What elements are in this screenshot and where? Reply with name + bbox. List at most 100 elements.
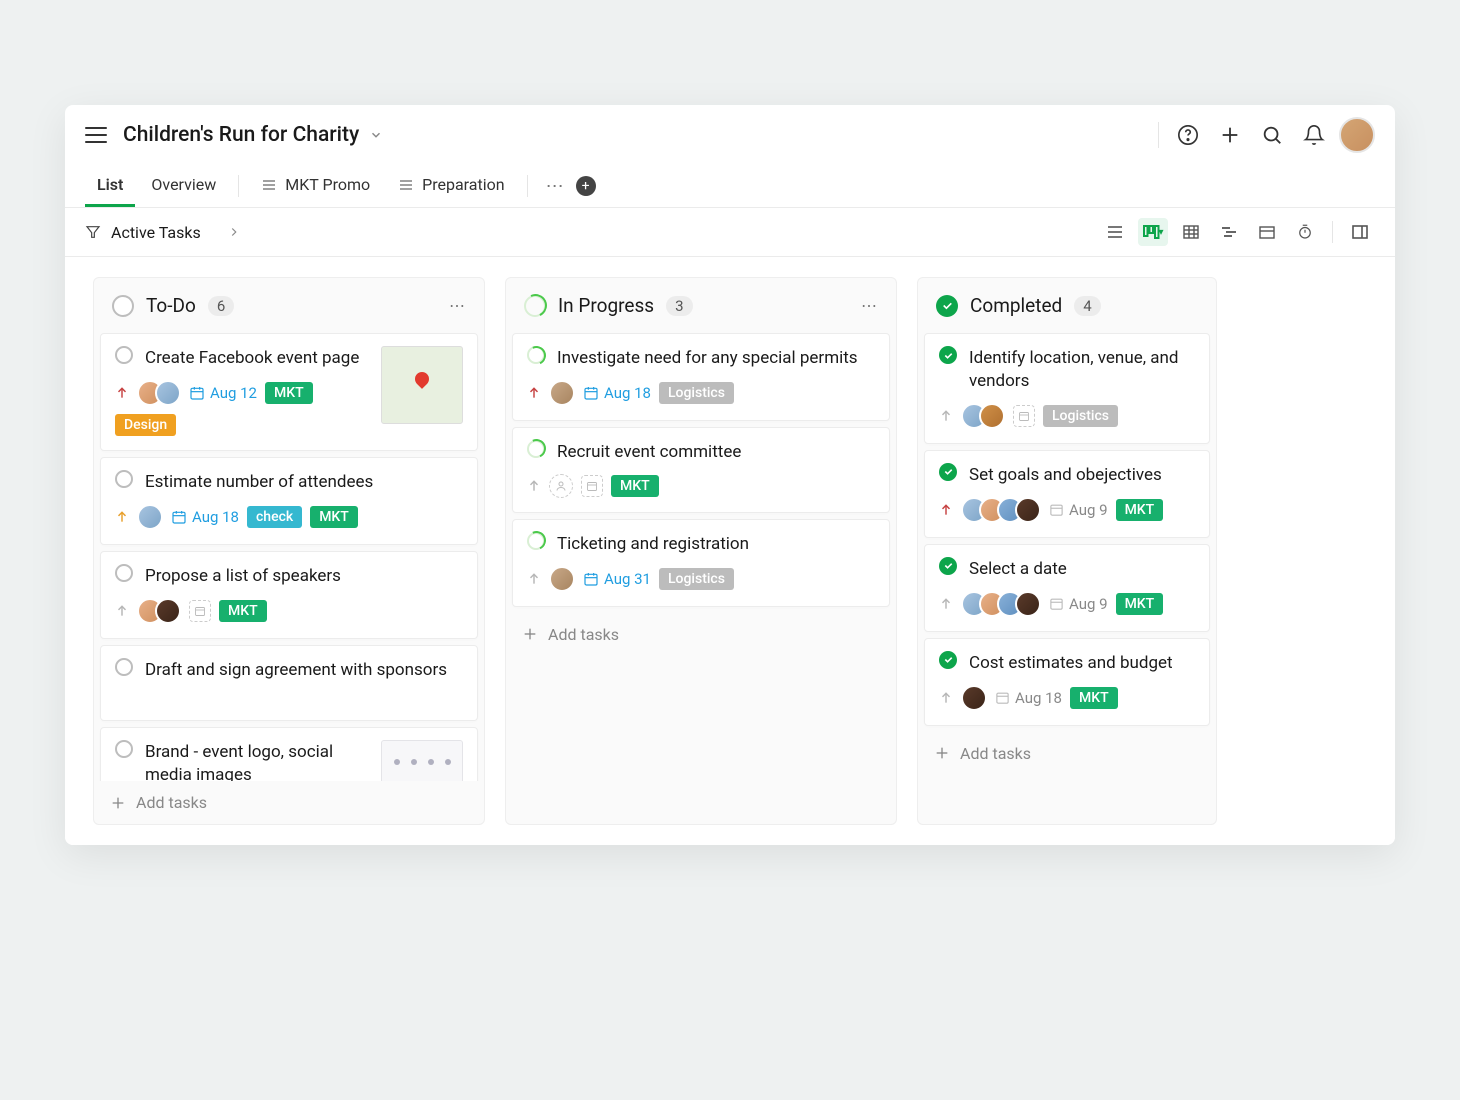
view-timer-button[interactable] — [1290, 218, 1320, 246]
bell-icon[interactable] — [1297, 118, 1331, 152]
view-panel-button[interactable] — [1345, 218, 1375, 246]
tag-logistics: Logistics — [659, 568, 734, 590]
view-calendar-button[interactable] — [1252, 218, 1282, 246]
date-placeholder-icon[interactable] — [189, 600, 211, 622]
column-count: 3 — [666, 296, 692, 316]
list-icon — [398, 178, 414, 192]
view-board-button[interactable]: ▾ — [1138, 218, 1168, 246]
task-title: Select a date — [969, 557, 1067, 581]
task-date: Aug 18 — [171, 508, 239, 526]
tab-mkt-promo[interactable]: MKT Promo — [249, 165, 382, 207]
tab-list[interactable]: List — [85, 165, 135, 207]
plus-icon — [110, 795, 126, 811]
task-title: Create Facebook event page — [145, 346, 359, 370]
calendar-icon — [583, 385, 599, 401]
status-todo-icon[interactable] — [115, 346, 133, 364]
assignees — [961, 591, 1041, 617]
task-title: Recruit event committee — [557, 440, 741, 464]
task-card[interactable]: Investigate need for any special permits… — [512, 333, 890, 421]
column-header: In Progress 3 ⋯ — [506, 278, 896, 333]
status-progress-icon — [524, 295, 546, 317]
task-card[interactable]: Propose a list of speakers MKT — [100, 551, 478, 639]
view-timeline-button[interactable] — [1214, 218, 1244, 246]
tag-mkt: MKT — [611, 475, 659, 497]
task-title: Estimate number of attendees — [145, 470, 373, 494]
status-progress-icon[interactable] — [527, 440, 545, 458]
tag-check: check — [247, 506, 302, 528]
status-done-icon[interactable] — [939, 463, 957, 481]
status-progress-icon[interactable] — [527, 532, 545, 550]
tag-mkt: MKT — [1116, 593, 1164, 615]
assignee-placeholder-icon[interactable] — [549, 474, 573, 498]
add-tasks-button[interactable]: Add tasks — [506, 613, 896, 656]
task-date: Aug 31 — [583, 570, 651, 588]
status-done-icon[interactable] — [939, 651, 957, 669]
add-tasks-button[interactable]: Add tasks — [918, 732, 1216, 775]
task-card[interactable]: Ticketing and registration Aug 31 Logist… — [512, 519, 890, 607]
priority-low-icon — [527, 571, 541, 587]
image-thumbnail — [381, 740, 463, 781]
task-card[interactable]: Cost estimates and budget Aug 18 MKT — [924, 638, 1210, 726]
priority-high-icon — [115, 385, 129, 401]
tab-preparation[interactable]: Preparation — [386, 165, 516, 207]
task-card[interactable]: Recruit event committee MKT — [512, 427, 890, 513]
date-placeholder-icon[interactable] — [581, 475, 603, 497]
column-more-icon[interactable]: ⋯ — [449, 296, 466, 315]
priority-medium-icon — [115, 509, 129, 525]
add-tasks-button[interactable]: Add tasks — [94, 781, 484, 824]
tag-design: Design — [115, 414, 176, 436]
tag-mkt: MKT — [219, 600, 267, 622]
task-card[interactable]: Estimate number of attendees Aug 18 chec… — [100, 457, 478, 545]
task-card[interactable]: Draft and sign agreement with sponsors — [100, 645, 478, 721]
task-card[interactable]: Brand - event logo, social media images — [100, 727, 478, 781]
task-date: Aug 12 — [189, 384, 257, 402]
project-title-dropdown[interactable]: Children's Run for Charity — [123, 123, 383, 147]
task-title: Set goals and obejectives — [969, 463, 1162, 487]
task-card[interactable]: Select a date Aug 9 MKT — [924, 544, 1210, 632]
column-completed: Completed 4 Identify location, venue, an… — [917, 277, 1217, 825]
priority-low-icon — [939, 408, 953, 424]
status-done-icon — [936, 295, 958, 317]
status-todo-icon[interactable] — [115, 658, 133, 676]
status-todo-icon[interactable] — [115, 564, 133, 582]
tag-mkt: MKT — [310, 506, 358, 528]
priority-low-icon — [939, 690, 953, 706]
column-count: 4 — [1074, 296, 1100, 316]
view-table-button[interactable] — [1176, 218, 1206, 246]
calendar-icon — [995, 690, 1010, 705]
task-card[interactable]: Create Facebook event page Aug 12 MKT — [100, 333, 478, 451]
view-list-button[interactable] — [1100, 218, 1130, 246]
calendar-icon — [171, 509, 187, 525]
status-done-icon[interactable] — [939, 557, 957, 575]
search-icon[interactable] — [1255, 118, 1289, 152]
hamburger-icon[interactable] — [85, 127, 107, 143]
calendar-icon — [1049, 502, 1064, 517]
task-title: Investigate need for any special permits — [557, 346, 858, 370]
task-date: Aug 9 — [1049, 501, 1108, 519]
project-title-text: Children's Run for Charity — [123, 123, 359, 147]
status-done-icon[interactable] — [939, 346, 957, 364]
column-title: In Progress — [558, 294, 654, 317]
status-todo-icon[interactable] — [115, 740, 133, 758]
status-todo-icon[interactable] — [115, 470, 133, 488]
task-card[interactable]: Identify location, venue, and vendors Lo… — [924, 333, 1210, 444]
column-header: To-Do 6 ⋯ — [94, 278, 484, 333]
status-progress-icon[interactable] — [527, 346, 545, 364]
tab-overview[interactable]: Overview — [139, 165, 228, 207]
user-avatar[interactable] — [1339, 117, 1375, 153]
column-more-icon[interactable]: ⋯ — [861, 296, 878, 315]
tag-logistics: Logistics — [659, 382, 734, 404]
date-placeholder-icon[interactable] — [1013, 405, 1035, 427]
task-card[interactable]: Set goals and obejectives Aug 9 MKT — [924, 450, 1210, 538]
tag-mkt: MKT — [265, 382, 313, 404]
add-tab-button[interactable]: + — [576, 176, 596, 196]
assignee-avatar — [549, 380, 575, 406]
assignees — [137, 380, 181, 406]
add-icon[interactable] — [1213, 118, 1247, 152]
more-tabs-icon[interactable]: ⋯ — [538, 172, 572, 201]
header-actions — [1154, 117, 1375, 153]
help-icon[interactable] — [1171, 118, 1205, 152]
tag-mkt: MKT — [1070, 687, 1118, 709]
filter-active-tasks[interactable]: Active Tasks — [85, 219, 241, 246]
header-bar: Children's Run for Charity — [65, 105, 1395, 165]
